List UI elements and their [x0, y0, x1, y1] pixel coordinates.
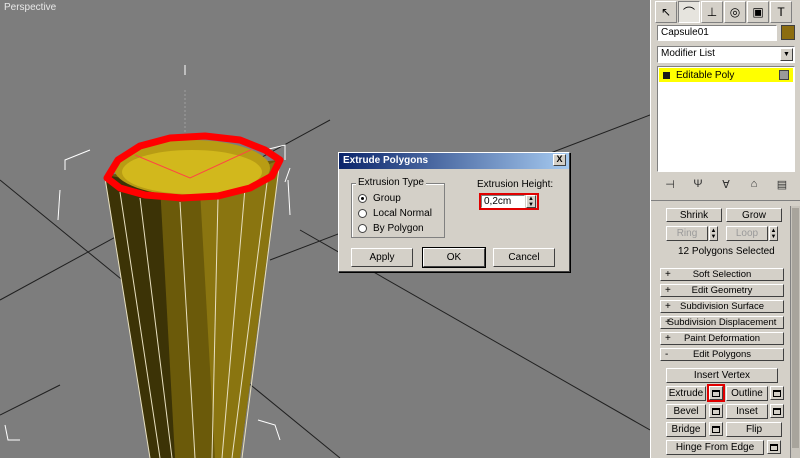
cancel-button[interactable]: Cancel [493, 248, 555, 267]
radio-label: Group [373, 193, 401, 204]
insert-vertex-button[interactable]: Insert Vertex [666, 368, 778, 383]
hierarchy-tab-icon[interactable]: ⊥ [701, 1, 723, 23]
extrude-settings-button[interactable] [707, 384, 725, 402]
utilities-tab-hammer-icon[interactable]: T [770, 1, 792, 23]
radio-label: By Polygon [373, 223, 424, 234]
ring-button[interactable]: Ring [666, 226, 708, 241]
extrusion-type-label: Extrusion Type [356, 177, 426, 188]
settings-window-icon [712, 389, 720, 397]
show-end-result-icon[interactable]: Ψ [689, 178, 707, 194]
rollout-toggle-sign: + [665, 285, 671, 296]
extrude-button[interactable]: Extrude [666, 386, 706, 401]
create-tab-cursor-arrow-icon[interactable]: ↖ [655, 1, 677, 23]
loop-button[interactable]: Loop [726, 226, 768, 241]
modifier-list-label: Modifier List [661, 48, 715, 59]
object-color-swatch[interactable] [781, 25, 795, 40]
motion-tab-icon[interactable]: ◎ [724, 1, 746, 23]
rollout-toggle-sign: - [665, 349, 669, 360]
panel-divider [651, 200, 800, 201]
close-icon[interactable]: X [553, 154, 566, 166]
radio-label: Local Normal [373, 208, 432, 219]
bridge-button[interactable]: Bridge [666, 422, 706, 437]
configure-sets-icon[interactable]: ▤ [773, 178, 791, 194]
radio-selected-icon[interactable] [358, 194, 367, 203]
panel-scrollbar[interactable] [790, 206, 800, 458]
rollout-label: Paint Deformation [683, 333, 761, 344]
stack-item-editable-poly[interactable]: Editable Poly [659, 68, 793, 82]
bridge-settings-button[interactable] [709, 422, 723, 436]
pin-stack-icon[interactable]: ⊣ [661, 178, 679, 194]
extrusion-height-label: Extrusion Height: [477, 179, 554, 190]
extrusion-height-spinner[interactable]: ▲▼ [479, 193, 539, 210]
stack-expand-icon[interactable] [663, 71, 670, 79]
rollout-toggle-sign: + [665, 317, 671, 328]
inset-button[interactable]: Inset [726, 404, 768, 419]
stack-toolbar: ⊣ Ψ ∀ ⌂ ▤ [661, 178, 791, 194]
object-name-field[interactable]: Capsule01 [657, 25, 777, 41]
outline-button[interactable]: Outline [726, 386, 768, 401]
settings-window-icon [712, 425, 720, 433]
display-tab-icon[interactable]: ▣ [747, 1, 769, 23]
selection-status: 12 Polygons Selected [678, 246, 775, 257]
command-panel-tabs: ↖ ⌒ ⊥ ◎ ▣ T [655, 1, 797, 23]
shrink-button[interactable]: Shrink [666, 208, 722, 222]
rollout-area: Shrink Grow Ring ▲ ▼ Loop ▲ ▼ 12 Polygons … [656, 206, 788, 458]
extrude-polygons-dialog: Extrude Polygons X Extrusion Type Group … [338, 152, 570, 272]
extrusion-type-group: Extrusion Type Group Local Normal By Pol… [351, 177, 445, 238]
flip-button[interactable]: Flip [726, 422, 782, 437]
stack-item-label: Editable Poly [676, 69, 735, 81]
scrollbar-thumb[interactable] [792, 208, 799, 448]
radio-unselected-icon[interactable] [358, 209, 367, 218]
ok-button[interactable]: OK [422, 247, 486, 268]
remove-modifier-icon[interactable]: ⌂ [745, 178, 763, 194]
radio-local-normal[interactable]: Local Normal [358, 208, 432, 219]
rollout-edit-geometry[interactable]: + Edit Geometry [660, 284, 784, 297]
rollout-label: Subdivision Surface [680, 301, 764, 312]
hinge-settings-button[interactable] [767, 440, 781, 454]
rollout-label: Subdivision Displacement [667, 317, 777, 328]
settings-window-icon [712, 407, 720, 415]
height-spinner-arrows[interactable]: ▲ ▼ [526, 195, 536, 208]
radio-group[interactable]: Group [358, 193, 401, 204]
modifier-stack[interactable]: Editable Poly [657, 66, 795, 172]
settings-window-icon [773, 389, 781, 397]
rollout-label: Soft Selection [692, 269, 752, 280]
rollout-toggle-sign: + [665, 269, 671, 280]
radio-unselected-icon[interactable] [358, 224, 367, 233]
rollout-toggle-sign: + [665, 333, 671, 344]
bevel-settings-button[interactable] [709, 404, 723, 418]
make-unique-icon[interactable]: ∀ [717, 178, 735, 194]
stack-toggle-icon[interactable] [779, 70, 789, 80]
extrusion-height-input[interactable] [481, 195, 525, 208]
grow-button[interactable]: Grow [726, 208, 782, 222]
rollout-subdivision-displacement[interactable]: + Subdivision Displacement [660, 316, 784, 329]
modify-tab-bend-icon[interactable]: ⌒ [678, 1, 700, 23]
rollout-subdivision-surface[interactable]: + Subdivision Surface [660, 300, 784, 313]
hinge-from-edge-button[interactable]: Hinge From Edge [666, 440, 764, 455]
loop-spinner[interactable]: ▲ ▼ [769, 226, 778, 241]
dialog-title-bar[interactable]: Extrude Polygons X [339, 153, 569, 169]
rollout-soft-selection[interactable]: + Soft Selection [660, 268, 784, 281]
apply-button[interactable]: Apply [351, 248, 413, 267]
rollout-edit-polygons[interactable]: - Edit Polygons [660, 348, 784, 361]
rollout-label: Edit Geometry [691, 285, 753, 296]
viewport-label[interactable]: Perspective [4, 2, 56, 13]
rollout-toggle-sign: + [665, 301, 671, 312]
ring-spinner[interactable]: ▲ ▼ [709, 226, 718, 241]
radio-by-polygon[interactable]: By Polygon [358, 223, 424, 234]
inset-settings-button[interactable] [770, 404, 784, 418]
rollout-label: Edit Polygons [692, 349, 752, 360]
outline-settings-button[interactable] [770, 386, 784, 400]
dialog-title: Extrude Polygons [343, 155, 429, 166]
settings-window-icon [773, 407, 781, 415]
bevel-button[interactable]: Bevel [666, 404, 706, 419]
chevron-down-icon[interactable]: ▼ [780, 48, 793, 61]
rollout-paint-deformation[interactable]: + Paint Deformation [660, 332, 784, 345]
modifier-list-dropdown[interactable]: Modifier List ▼ [657, 46, 795, 63]
settings-window-icon [770, 443, 778, 451]
